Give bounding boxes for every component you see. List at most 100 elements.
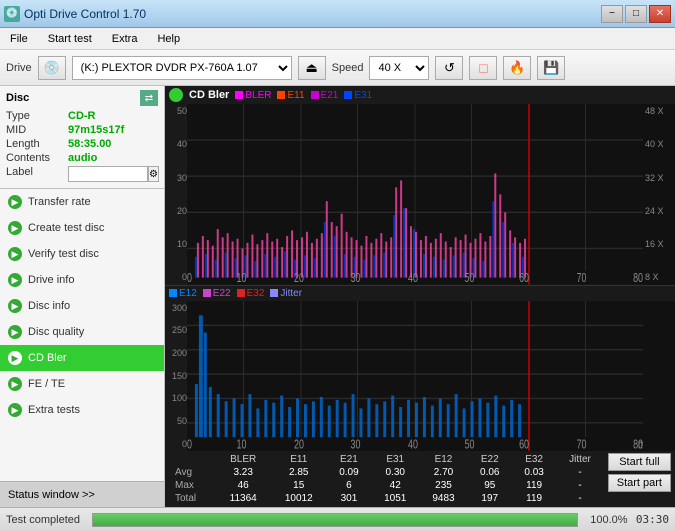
menu-start-test[interactable]: Start test <box>42 31 98 47</box>
stats-avg-e21: 0.09 <box>327 466 371 479</box>
sidebar-spacer <box>0 423 164 481</box>
speed-label: Speed <box>332 62 364 74</box>
sidebar-item-extra-tests[interactable]: ▶ Extra tests <box>0 397 164 423</box>
legend-e12-label: E12 <box>179 288 197 299</box>
erase-button[interactable]: ◻ <box>469 56 497 80</box>
statusbar: Test completed 100.0% 03:30 <box>0 507 675 531</box>
save-button[interactable]: 💾 <box>537 56 565 80</box>
legend-e21: E21 <box>311 90 339 101</box>
start-full-button[interactable]: Start full <box>608 453 671 471</box>
disc-info-icon: ▶ <box>8 299 22 313</box>
disc-arrow-button[interactable]: ⇄ <box>140 90 158 106</box>
progress-bar-container <box>92 513 578 527</box>
disc-type-row: Type CD-R <box>6 110 158 122</box>
upper-y-axis: 50 40 30 20 10 0 <box>165 104 187 285</box>
legend-e22-dot <box>203 289 211 297</box>
stats-total-label: Total <box>169 492 216 505</box>
legend-e12: E12 <box>169 288 197 299</box>
svg-text:20: 20 <box>294 271 304 284</box>
disc-mid-row: MID 97m15s17f <box>6 124 158 136</box>
progress-pct: 100.0% <box>590 514 628 526</box>
upper-right-axis: 48 X 40 X 32 X 24 X 16 X 8 X <box>643 104 675 285</box>
svg-text:0: 0 <box>187 271 192 284</box>
main-layout: Disc ⇄ Type CD-R MID 97m15s17f Length 58… <box>0 86 675 507</box>
stats-avg-bler: 3.23 <box>216 466 271 479</box>
sidebar-item-cd-bler[interactable]: ▶ CD Bler <box>0 345 164 371</box>
refresh-button[interactable]: ↺ <box>435 56 463 80</box>
stats-max-bler: 46 <box>216 479 271 492</box>
legend-bler: BLER <box>235 90 271 101</box>
legend-e32: E32 <box>237 288 265 299</box>
stats-col-e31: E31 <box>371 453 419 466</box>
menu-extra[interactable]: Extra <box>106 31 144 47</box>
svg-text:50: 50 <box>465 271 475 284</box>
sidebar-item-disc-info[interactable]: ▶ Disc info <box>0 293 164 319</box>
status-window-button[interactable]: Status window >> <box>0 481 164 507</box>
sidebar-item-fe-te[interactable]: ▶ FE / TE <box>0 371 164 397</box>
sidebar-item-create-test-disc[interactable]: ▶ Create test disc <box>0 215 164 241</box>
stats-header-row: BLER E11 E21 E31 E12 E22 E32 Jitter <box>169 453 604 466</box>
minimize-button[interactable]: − <box>601 5 623 23</box>
lower-right-spacer <box>643 301 675 451</box>
cd-bler-icon: ▶ <box>8 351 22 365</box>
close-button[interactable]: ✕ <box>649 5 671 23</box>
drive-info-icon: ▶ <box>8 273 22 287</box>
legend-e21-label: E21 <box>321 90 339 101</box>
time-display: 03:30 <box>636 513 669 526</box>
menubar: File Start test Extra Help <box>0 28 675 50</box>
svg-text:60: 60 <box>519 271 529 284</box>
legend-e12-dot <box>169 289 177 297</box>
disc-length-value: 58:35.00 <box>68 138 111 150</box>
upper-chart-area: 50 40 30 20 10 0 <box>165 104 675 285</box>
stats-buttons: Start full Start part <box>604 453 671 492</box>
maximize-button[interactable]: □ <box>625 5 647 23</box>
stats-max-e11: 15 <box>271 479 327 492</box>
stats-col-e21: E21 <box>327 453 371 466</box>
sidebar: Disc ⇄ Type CD-R MID 97m15s17f Length 58… <box>0 86 165 507</box>
sidebar-item-drive-info[interactable]: ▶ Drive info <box>0 267 164 293</box>
disc-label-input[interactable] <box>68 166 148 182</box>
stats-max-jitter: - <box>556 479 603 492</box>
sidebar-menu: ▶ Transfer rate ▶ Create test disc ▶ Ver… <box>0 189 164 507</box>
fe-te-icon: ▶ <box>8 377 22 391</box>
svg-text:10: 10 <box>237 438 247 451</box>
svg-text:min: min <box>638 438 643 451</box>
stats-area: BLER E11 E21 E31 E12 E22 E32 Jitter Avg … <box>165 451 675 507</box>
lower-chart-svg-container: 0 10 20 30 40 50 60 70 80 min <box>187 301 643 451</box>
stats-col-e22: E22 <box>468 453 512 466</box>
chart-content: CD Bler BLER E11 E21 E31 <box>165 86 675 507</box>
lower-chart-section: E12 E22 E32 Jitter 300 <box>165 286 675 451</box>
upper-chart-title-row: CD Bler BLER E11 E21 E31 <box>165 86 675 104</box>
sidebar-item-transfer-rate[interactable]: ▶ Transfer rate <box>0 189 164 215</box>
stats-max-e12: 235 <box>419 479 467 492</box>
svg-text:80: 80 <box>633 271 643 284</box>
stats-col-e12: E12 <box>419 453 467 466</box>
disc-label-edit-button[interactable]: ⚙ <box>148 166 159 182</box>
legend-jitter-label: Jitter <box>280 288 302 299</box>
speed-select[interactable]: 40 X <box>369 56 429 80</box>
titlebar-left: 💿 Opti Drive Control 1.70 <box>4 6 146 22</box>
menu-help[interactable]: Help <box>151 31 186 47</box>
svg-text:30: 30 <box>351 271 361 284</box>
burn-button[interactable]: 🔥 <box>503 56 531 80</box>
menu-file[interactable]: File <box>4 31 34 47</box>
start-part-button[interactable]: Start part <box>608 474 671 492</box>
legend-e22: E22 <box>203 288 231 299</box>
disc-title: Disc <box>6 92 29 104</box>
upper-chart-svg: 0 10 20 30 40 50 60 70 80 <box>187 104 643 285</box>
svg-text:30: 30 <box>351 438 361 451</box>
legend-e32-dot <box>237 289 245 297</box>
stats-max-label: Max <box>169 479 216 492</box>
status-text: Test completed <box>6 514 80 526</box>
legend-bler-dot <box>235 91 243 99</box>
drive-select[interactable]: (K:) PLEXTOR DVDR PX-760A 1.07 <box>72 56 292 80</box>
svg-text:20: 20 <box>294 438 304 451</box>
sidebar-item-verify-test-disc[interactable]: ▶ Verify test disc <box>0 241 164 267</box>
stats-table: BLER E11 E21 E31 E12 E22 E32 Jitter Avg … <box>169 453 604 505</box>
sidebar-item-disc-quality[interactable]: ▶ Disc quality <box>0 319 164 345</box>
eject-button[interactable]: ⏏ <box>298 56 326 80</box>
lower-chart-svg: 0 10 20 30 40 50 60 70 80 min <box>187 301 643 451</box>
drive-label: Drive <box>6 62 32 74</box>
disc-panel: Disc ⇄ Type CD-R MID 97m15s17f Length 58… <box>0 86 164 189</box>
legend-e32-label: E32 <box>247 288 265 299</box>
